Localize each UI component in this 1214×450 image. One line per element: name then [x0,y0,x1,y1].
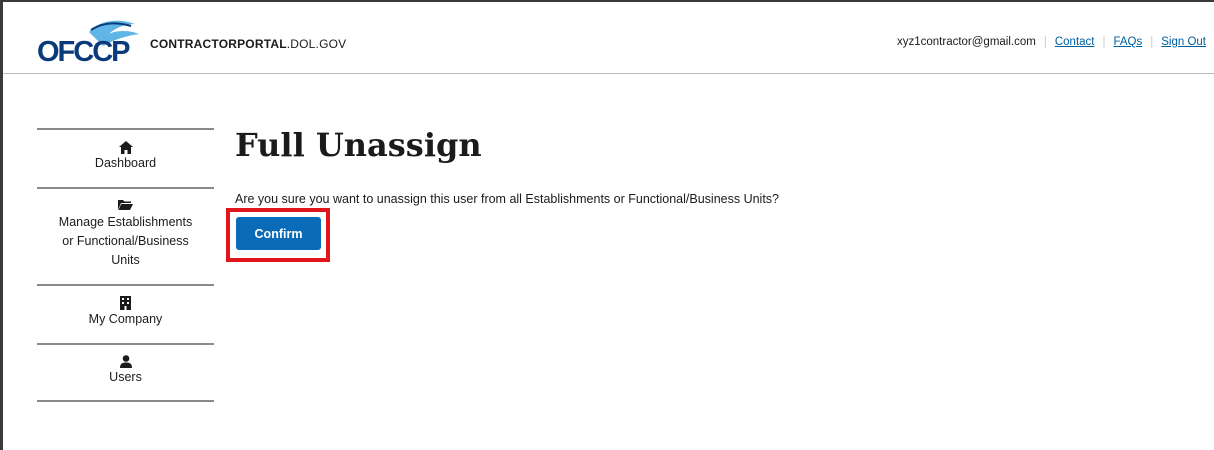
sidebar-item-label: Dashboard [94,156,157,170]
sidebar-item-label: Users [109,370,142,384]
home-icon [118,141,133,154]
sidebar-item-label: or Functional/Business [62,234,189,248]
confirm-button[interactable]: Confirm [236,217,321,250]
sidebar-item-label: Units [111,253,140,267]
sidebar-item-label: My Company [88,312,163,326]
folder-icon [118,200,133,210]
sign-out-link[interactable]: Sign Out [1161,36,1206,48]
sidebar-item-my-company[interactable]: My Company [37,284,214,343]
page-title: Full Unassign [235,126,482,164]
sidebar-item-dashboard[interactable]: Dashboard [37,128,214,187]
building-icon [120,296,131,310]
divider: | [1102,36,1106,48]
site-name: CONTRACTORPORTAL.DOL.GOV [150,37,347,51]
logo-text: OFCCP [37,36,130,64]
confirmation-message: Are you sure you want to unassign this u… [235,192,780,206]
sidebar-item-users[interactable]: Users [37,343,214,402]
ofccp-logo[interactable]: OFCCP [37,16,141,64]
user-icon [119,355,132,368]
sidebar-item-label: Manage Establishments [58,215,193,229]
divider: | [1043,36,1047,48]
user-email: xyz1contractor@gmail.com [896,36,1036,48]
contact-link[interactable]: Contact [1055,36,1095,48]
sidebar-nav: Dashboard Manage Establishments or Funct… [37,128,214,402]
sidebar-item-manage-establishments[interactable]: Manage Establishments or Functional/Busi… [37,187,214,284]
faqs-link[interactable]: FAQs [1113,36,1142,48]
divider: | [1150,36,1154,48]
site-header: OFCCP CONTRACTORPORTAL.DOL.GOV xyz1contr… [3,2,1214,74]
header-links: xyz1contractor@gmail.com | Contact | FAQ… [897,36,1206,48]
